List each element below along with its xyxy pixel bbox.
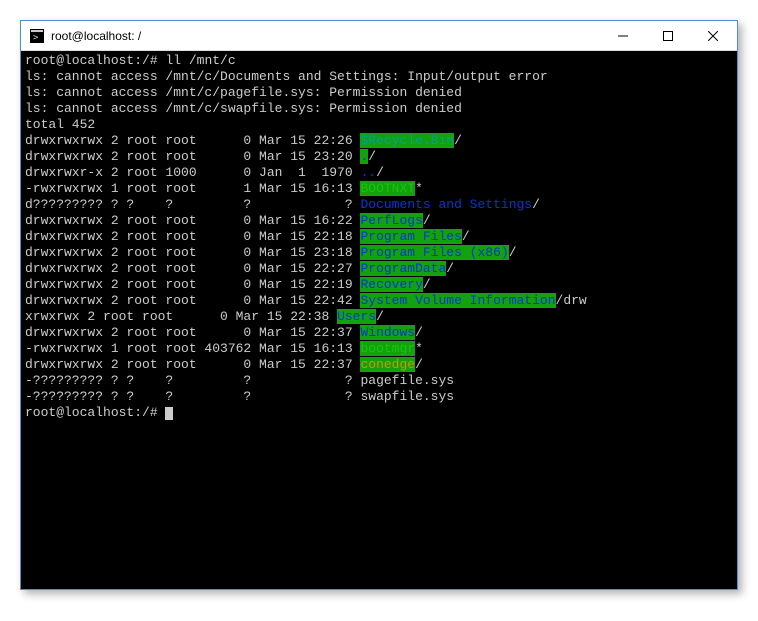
error-line: ls: cannot access /mnt/c/Documents and S… xyxy=(25,69,548,84)
perm-col: d????????? ? ? ? ? ? xyxy=(25,197,360,212)
maximize-button[interactable] xyxy=(645,21,690,50)
suffix: / xyxy=(376,309,384,324)
suffix: / xyxy=(532,197,540,212)
window-title: root@localhost: / xyxy=(51,29,600,43)
suffix: / xyxy=(368,149,376,164)
error-line: ls: cannot access /mnt/c/pagefile.sys: P… xyxy=(25,85,462,100)
perm-col: -rwxrwxrwx 1 root root 403762 Mar 15 16:… xyxy=(25,341,360,356)
command: ll /mnt/c xyxy=(165,53,235,68)
total-line: total 452 xyxy=(25,117,95,132)
perm-col: drwxrwxrwx 2 root root 0 Mar 15 22:27 xyxy=(25,261,360,276)
perm-col: drwxrwxrwx 2 root root 0 Mar 15 22:37 xyxy=(25,325,360,340)
file-name: swapfile.sys xyxy=(360,389,454,404)
suffix: / xyxy=(462,229,470,244)
file-name: Program Files xyxy=(360,229,461,244)
file-name: Recovery xyxy=(360,277,422,292)
file-name: Documents and Settings xyxy=(360,197,532,212)
file-name: ProgramData xyxy=(360,261,446,276)
file-listing: drwxrwxrwx 2 root root 0 Mar 15 22:26 $R… xyxy=(25,133,733,405)
file-name: System Volume Information xyxy=(360,293,555,308)
app-icon: > xyxy=(29,28,45,44)
perm-col: drwxrwxrwx 2 root root 0 Mar 15 22:42 xyxy=(25,293,360,308)
prompt: root@localhost:/# xyxy=(25,405,165,420)
perm-col: -????????? ? ? ? ? ? xyxy=(25,389,360,404)
perm-col: -????????? ? ? ? ? ? xyxy=(25,373,360,388)
file-name: pagefile.sys xyxy=(360,373,454,388)
perm-col: drwxrwxr-x 2 root 1000 0 Jan 1 1970 xyxy=(25,165,360,180)
perm-col: drwxrwxrwx 2 root root 0 Mar 15 16:22 xyxy=(25,213,360,228)
cursor xyxy=(165,407,173,420)
suffix: / xyxy=(509,245,517,260)
suffix: / xyxy=(415,325,423,340)
suffix: / xyxy=(415,357,423,372)
suffix: /drw xyxy=(556,293,587,308)
file-name: bootmgr xyxy=(360,341,415,356)
close-button[interactable] xyxy=(690,21,735,50)
file-name: Users xyxy=(337,309,376,324)
suffix: / xyxy=(446,261,454,276)
file-name: .. xyxy=(360,165,376,180)
minimize-button[interactable] xyxy=(600,21,645,50)
file-name: PerfLogs xyxy=(360,213,422,228)
file-name: Program Files (x86) xyxy=(360,245,508,260)
perm-col: drwxrwxrwx 2 root root 0 Mar 15 22:37 xyxy=(25,357,360,372)
terminal-body[interactable]: root@localhost:/# ll /mnt/c ls: cannot a… xyxy=(21,51,737,589)
file-name: conedge xyxy=(360,357,415,372)
perm-col: drwxrwxrwx 2 root root 0 Mar 15 23:20 xyxy=(25,149,360,164)
suffix: / xyxy=(423,277,431,292)
terminal-window: > root@localhost: / root@localhost:/# ll… xyxy=(20,20,738,590)
suffix: * xyxy=(415,341,423,356)
svg-text:>: > xyxy=(33,33,39,43)
prompt: root@localhost:/# xyxy=(25,53,165,68)
file-name: Windows xyxy=(360,325,415,340)
perm-col: drwxrwxrwx 2 root root 0 Mar 15 22:18 xyxy=(25,229,360,244)
titlebar[interactable]: > root@localhost: / xyxy=(21,21,737,51)
file-name: BOOTNXT xyxy=(360,181,415,196)
perm-col: xrwxrwx 2 root root 0 Mar 15 22:38 xyxy=(25,309,337,324)
suffix: / xyxy=(423,213,431,228)
file-name: $Recycle.Bin xyxy=(360,133,454,148)
perm-col: drwxrwxrwx 2 root root 0 Mar 15 22:19 xyxy=(25,277,360,292)
perm-col: drwxrwxrwx 2 root root 0 Mar 15 22:26 xyxy=(25,133,360,148)
suffix: / xyxy=(454,133,462,148)
perm-col: drwxrwxrwx 2 root root 0 Mar 15 23:18 xyxy=(25,245,360,260)
error-line: ls: cannot access /mnt/c/swapfile.sys: P… xyxy=(25,101,462,116)
suffix: * xyxy=(415,181,423,196)
perm-col: -rwxrwxrwx 1 root root 1 Mar 15 16:13 xyxy=(25,181,360,196)
suffix: / xyxy=(376,165,384,180)
